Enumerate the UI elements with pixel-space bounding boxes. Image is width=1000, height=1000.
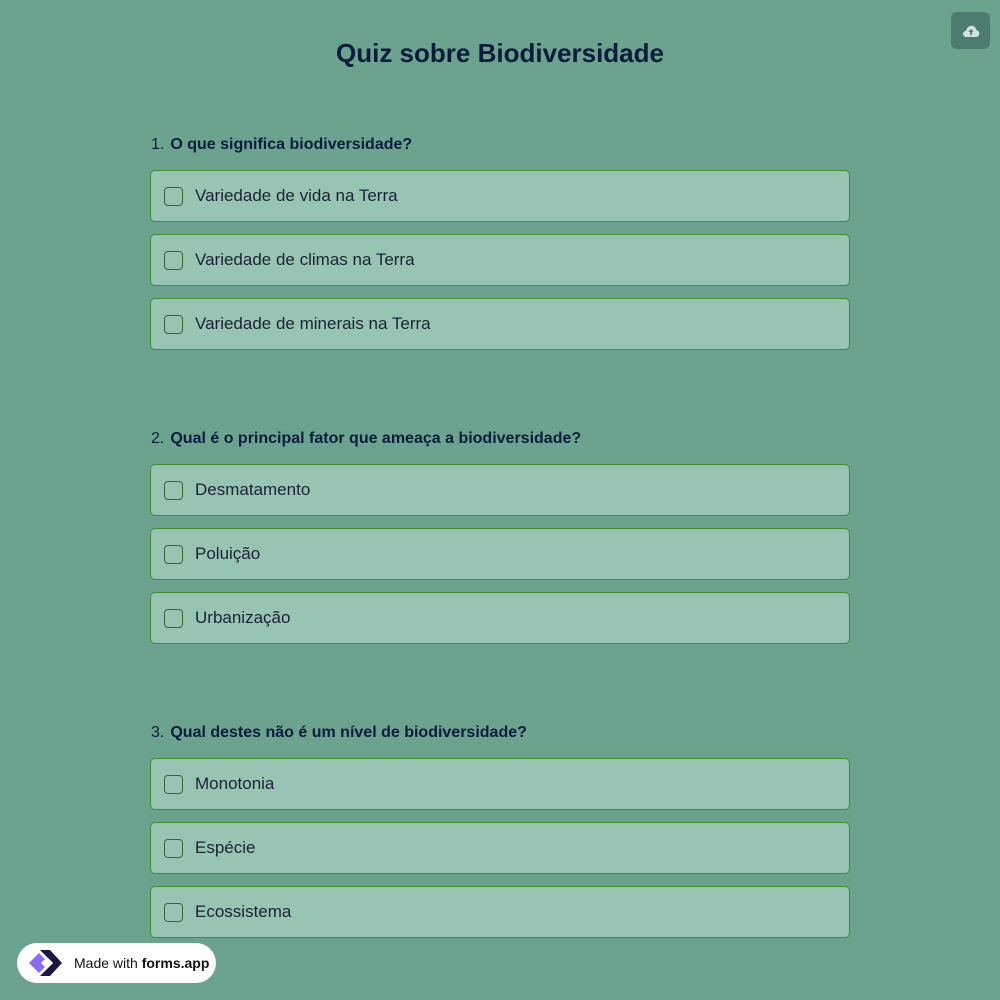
answer-option[interactable]: Urbanização (150, 592, 850, 644)
made-with-label: Made with (74, 955, 138, 971)
answer-option[interactable]: Espécie (150, 822, 850, 874)
question-label: 3. Qual destes não é um nível de biodive… (150, 720, 850, 746)
option-label: Variedade de climas na Terra (195, 250, 415, 269)
option-label: Espécie (195, 838, 256, 857)
made-with-forms-app-badge[interactable]: Made with forms.app (17, 943, 216, 983)
question-text: O que significa biodiversidade? (170, 136, 413, 153)
option-label: Variedade de minerais na Terra (195, 314, 431, 333)
option-label: Monotonia (195, 774, 275, 793)
question-1: 1. O que significa biodiversidade? Varie… (150, 132, 850, 362)
checkbox[interactable] (164, 774, 183, 794)
forms-app-logo-icon (29, 950, 62, 976)
question-label: 2. Qual é o principal fator que ameaça a… (150, 426, 850, 452)
answer-option[interactable]: Ecossistema (150, 886, 850, 938)
cloud-upload-icon (962, 25, 979, 37)
question-3: 3. Qual destes não é um nível de biodive… (150, 720, 850, 950)
question-text: Qual destes não é um nível de biodiversi… (170, 724, 527, 741)
answer-option[interactable]: Poluição (150, 528, 850, 580)
checkbox[interactable] (164, 544, 183, 564)
brand-name: forms.app (141, 955, 210, 971)
option-label: Ecossistema (195, 902, 292, 921)
question-label: 1. O que significa biodiversidade? (150, 132, 850, 158)
option-label: Urbanização (195, 608, 291, 627)
badge-text: Made with forms.app (74, 955, 209, 971)
checkbox[interactable] (164, 314, 183, 334)
question-2: 2. Qual é o principal fator que ameaça a… (150, 426, 850, 656)
question-number: 3. (151, 724, 165, 741)
checkbox[interactable] (164, 838, 183, 858)
option-label: Variedade de vida na Terra (195, 186, 398, 205)
question-number: 2. (151, 430, 165, 447)
checkbox[interactable] (164, 902, 183, 922)
page-title: Quiz sobre Biodiversidade (336, 38, 664, 68)
checkbox[interactable] (164, 250, 183, 270)
answer-option[interactable]: Variedade de climas na Terra (150, 234, 850, 286)
question-text: Qual é o principal fator que ameaça a bi… (170, 430, 582, 447)
answer-option[interactable]: Monotonia (150, 758, 850, 810)
checkbox[interactable] (164, 186, 183, 206)
checkbox[interactable] (164, 608, 183, 628)
answer-option[interactable]: Variedade de vida na Terra (150, 170, 850, 222)
option-label: Desmatamento (195, 480, 311, 499)
checkbox[interactable] (164, 480, 183, 500)
question-number: 1. (151, 136, 165, 153)
answer-option[interactable]: Variedade de minerais na Terra (150, 298, 850, 350)
answer-option[interactable]: Desmatamento (150, 464, 850, 516)
option-label: Poluição (195, 544, 261, 563)
